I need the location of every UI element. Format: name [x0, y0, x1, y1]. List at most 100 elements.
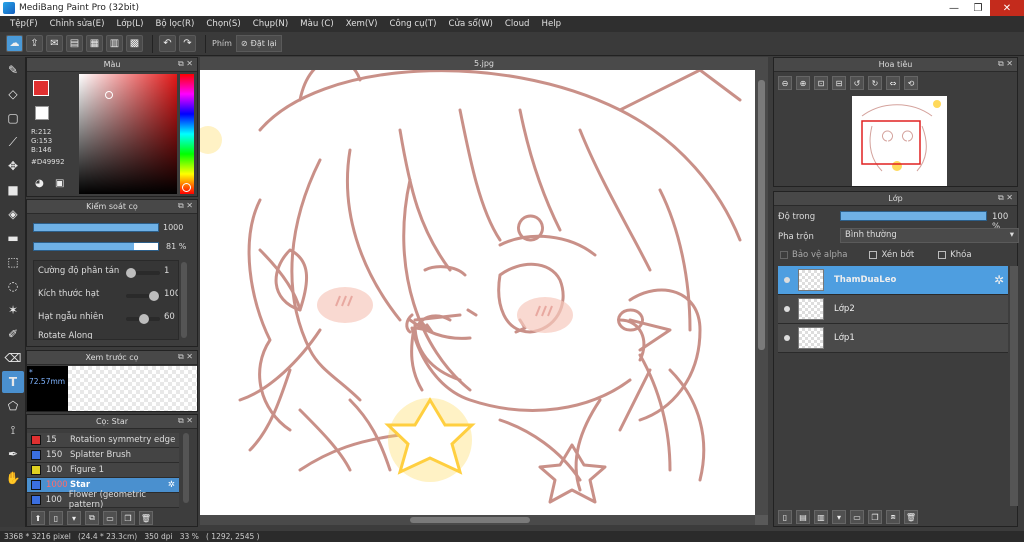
color-palette-icon[interactable]: ▣	[55, 178, 64, 189]
lock-checkbox[interactable]	[938, 251, 947, 259]
panel-menu-icon[interactable]: ⧉ ✕	[178, 59, 193, 69]
menu-layer[interactable]: Lớp(L)	[110, 19, 149, 29]
fit-window-icon[interactable]: ⊡	[814, 76, 828, 90]
canvas-area[interactable]	[200, 70, 768, 525]
message-icon[interactable]: ▤	[66, 35, 83, 52]
add-brush-icon[interactable]: ⬆	[31, 511, 45, 525]
menu-snap[interactable]: Chụp(N)	[247, 19, 294, 29]
document-tab[interactable]: 5.jpg	[200, 57, 768, 70]
undo-icon[interactable]: ↶	[159, 35, 176, 52]
magic-wand-icon[interactable]: ✶	[2, 299, 24, 321]
menu-view[interactable]: Xem(V)	[340, 19, 384, 29]
copy-brush-icon[interactable]: ⧉	[85, 511, 99, 525]
lasso-tool-icon[interactable]: ◌	[2, 275, 24, 297]
layer-opacity-slider[interactable]	[840, 211, 987, 221]
fill-rect-icon[interactable]: ■	[2, 179, 24, 201]
reset-view-icon[interactable]: ⟲	[904, 76, 918, 90]
gradient-tool-icon[interactable]: ▬	[2, 227, 24, 249]
flip-icon[interactable]: ⇔	[886, 76, 900, 90]
zoom-out-icon[interactable]: ⊖	[778, 76, 792, 90]
comment-icon[interactable]: ✉	[46, 35, 63, 52]
brush-size-slider[interactable]	[33, 223, 159, 232]
new-brush-icon[interactable]: ▯	[49, 511, 63, 525]
navigator-thumbnail[interactable]	[852, 96, 947, 186]
menu-edit[interactable]: Chỉnh sửa(E)	[44, 19, 111, 29]
layer-row[interactable]: Lớp1	[778, 324, 1008, 353]
gear-icon[interactable]: ✲	[994, 273, 1004, 287]
new-layer-icon[interactable]: ▯	[778, 510, 792, 524]
rotate-left-icon[interactable]: ↺	[850, 76, 864, 90]
horizontal-scrollbar[interactable]	[200, 515, 755, 525]
hue-slider[interactable]	[180, 74, 194, 194]
rotate-right-icon[interactable]: ↻	[868, 76, 882, 90]
select-pen-icon[interactable]: ✐	[2, 323, 24, 345]
share-icon[interactable]: ⇪	[26, 35, 43, 52]
brush-param-row[interactable]: Hạt ngẫu nhiên 60	[38, 312, 176, 326]
hand-tool-icon[interactable]: ✋	[2, 467, 24, 489]
brush-list-item[interactable]: 100 Flower (geometric pattern)	[27, 490, 179, 510]
saturation-value-picker[interactable]	[79, 74, 177, 194]
menu-file[interactable]: Tệp(F)	[4, 19, 44, 29]
menu-cloud[interactable]: Cloud	[499, 19, 536, 29]
text-tool-icon[interactable]: T	[2, 371, 24, 393]
document-icon[interactable]: ▦	[86, 35, 103, 52]
brush-param-row[interactable]: Cường độ phân tán 1	[38, 266, 176, 280]
menu-filter[interactable]: Bộ lọc(R)	[149, 19, 200, 29]
alpha-lock-checkbox[interactable]	[780, 251, 788, 259]
layer-add-menu-icon[interactable]: ▾	[832, 510, 846, 524]
eye-icon[interactable]	[784, 335, 790, 341]
pen-tool-icon[interactable]: ✒	[2, 443, 24, 465]
dropper-tool-icon[interactable]: ⟟	[2, 419, 24, 441]
brush-list-item[interactable]: 100 Figure 1	[27, 463, 179, 478]
brush-param-slider[interactable]	[126, 314, 160, 324]
move-tool-icon[interactable]: ✥	[2, 155, 24, 177]
foreground-swatch[interactable]	[33, 80, 49, 96]
menu-select[interactable]: Chọn(S)	[200, 19, 246, 29]
blend-mode-select[interactable]: Bình thường ▾	[840, 228, 1019, 243]
color-wheel-icon[interactable]: ◕	[35, 178, 44, 189]
layer-folder-icon[interactable]: ▭	[850, 510, 864, 524]
line-tool-icon[interactable]: ⟋	[2, 131, 24, 153]
delete-brush-icon[interactable]: 🗑	[139, 511, 153, 525]
delete-layer-icon[interactable]: 🗑	[904, 510, 918, 524]
bucket-tool-icon[interactable]: ◈	[2, 203, 24, 225]
gear-icon[interactable]: ✲	[168, 480, 175, 490]
brush-param-slider[interactable]	[126, 291, 160, 301]
brush-opacity-slider[interactable]	[33, 242, 159, 251]
params-scrollbar[interactable]	[181, 262, 187, 338]
brush-list-item[interactable]: 15 Rotation symmetry edge	[27, 433, 179, 448]
grid-icon[interactable]: ▩	[126, 35, 143, 52]
menu-color[interactable]: Màu (C)	[294, 19, 340, 29]
menu-window[interactable]: Cửa sổ(W)	[443, 19, 499, 29]
layer-row[interactable]: ThamDuaLeo ✲	[778, 266, 1008, 295]
redo-icon[interactable]: ↷	[179, 35, 196, 52]
layer-row[interactable]: Lớp2	[778, 295, 1008, 324]
menu-tools[interactable]: Công cụ(T)	[384, 19, 443, 29]
panel-menu-icon[interactable]: ⧉ ✕	[178, 352, 193, 362]
background-swatch[interactable]	[35, 106, 49, 120]
select-tool-icon[interactable]: ⬚	[2, 251, 24, 273]
brush-tool-icon[interactable]: ✎	[2, 59, 24, 81]
operation-tool-icon[interactable]: ⬠	[2, 395, 24, 417]
close-button[interactable]: ✕	[990, 0, 1024, 16]
panel-menu-icon[interactable]: ⧉ ✕	[998, 193, 1013, 203]
menu-help[interactable]: Help	[535, 19, 567, 29]
brush-menu-icon[interactable]: ▾	[67, 511, 81, 525]
zoom-actual-icon[interactable]: ⊟	[832, 76, 846, 90]
layers-scrollbar[interactable]	[1010, 266, 1018, 506]
panel-menu-icon[interactable]: ⧉ ✕	[178, 416, 193, 426]
folder-icon[interactable]: ▭	[103, 511, 117, 525]
layout-icon[interactable]: ▥	[106, 35, 123, 52]
reset-button[interactable]: ⊘ Đặt lại	[235, 35, 282, 52]
minimize-button[interactable]: —	[942, 0, 966, 16]
new-halftone-layer-icon[interactable]: ▤	[796, 510, 810, 524]
brush-param-slider[interactable]	[125, 268, 160, 278]
brush-list-item[interactable]: 150 Splatter Brush	[27, 448, 179, 463]
duplicate-icon[interactable]: ❐	[121, 511, 135, 525]
select-eraser-icon[interactable]: ⌫	[2, 347, 24, 369]
eye-icon[interactable]	[784, 277, 790, 283]
brush-list-scrollbar[interactable]	[183, 433, 189, 503]
new-8bit-layer-icon[interactable]: ▥	[814, 510, 828, 524]
panel-menu-icon[interactable]: ⧉ ✕	[178, 201, 193, 211]
duplicate-layer-icon[interactable]: ❐	[868, 510, 882, 524]
